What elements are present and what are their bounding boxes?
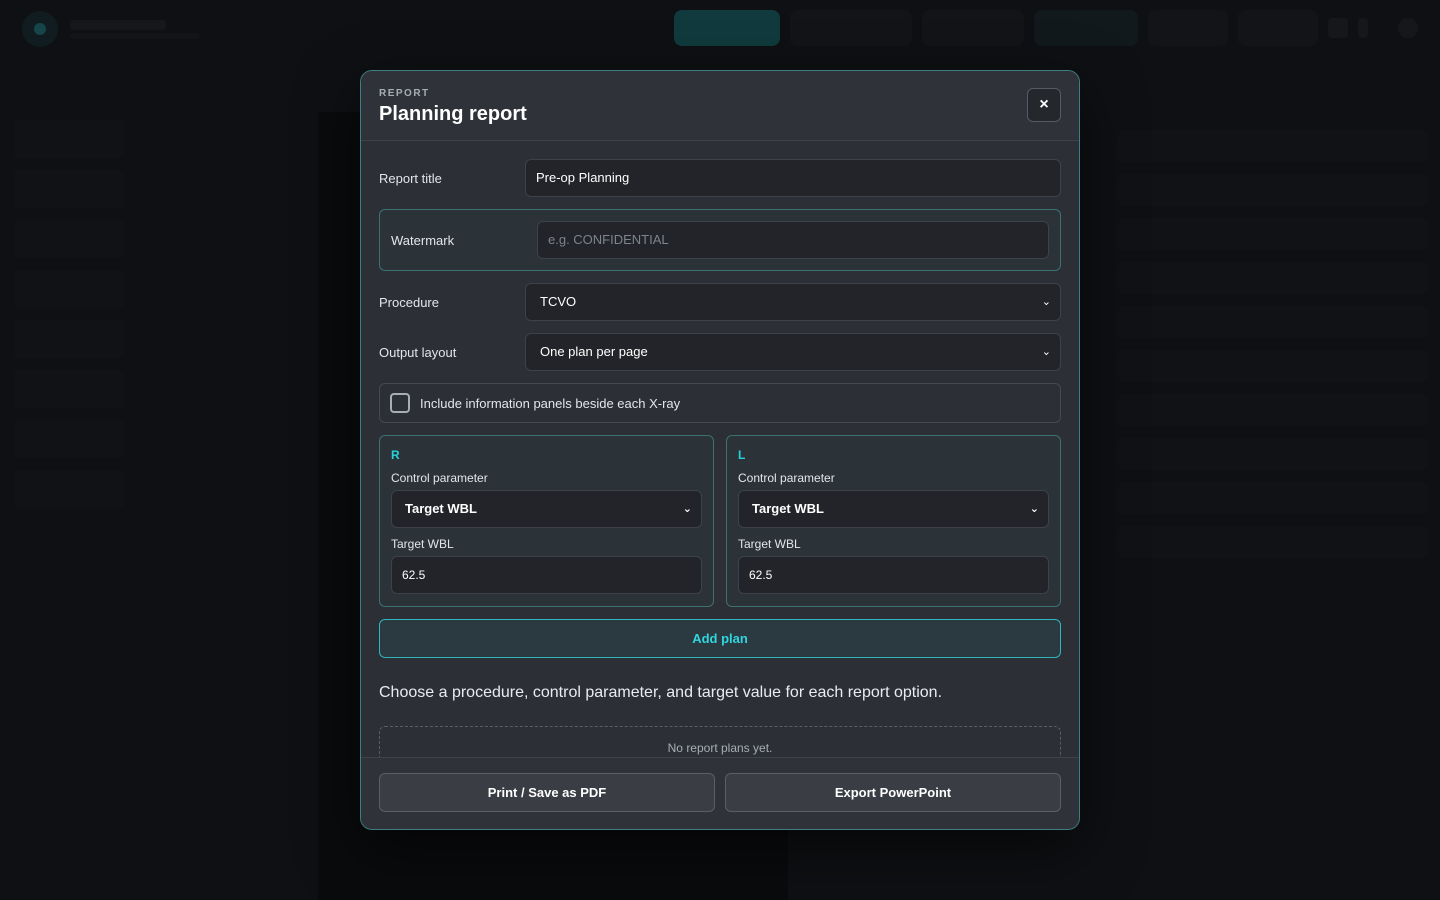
planning-report-modal: REPORT Planning report × Report title Pr… (360, 70, 1080, 830)
side-card-left: L Control parameter Target WBL ⌄ Target … (726, 435, 1061, 607)
chevron-down-icon: ⌄ (1041, 346, 1051, 358)
add-plan-button[interactable]: Add plan (379, 619, 1061, 658)
close-icon: × (1039, 96, 1049, 113)
modal-eyebrow: REPORT (379, 88, 430, 99)
output-layout-select[interactable]: One plan per page ⌄ (525, 333, 1061, 371)
watermark-label: Watermark (391, 232, 455, 248)
control-parameter-value: Target WBL (752, 501, 824, 516)
control-parameter-label: Control parameter (391, 471, 488, 485)
report-title-label: Report title (379, 170, 442, 186)
modal-title: Planning report (379, 103, 527, 125)
procedure-value: TCVO (540, 294, 577, 309)
report-title-input[interactable]: Pre-op Planning (525, 159, 1061, 197)
chevron-down-icon: ⌄ (1041, 296, 1051, 308)
procedure-row: Procedure TCVO ⌄ (379, 283, 1061, 321)
modal-footer: Print / Save as PDF Export PowerPoint (361, 757, 1079, 829)
chevron-down-icon: ⌄ (1029, 503, 1039, 515)
control-parameter-value: Target WBL (405, 501, 477, 516)
modal-body: Report title Pre-op Planning Watermark e… (379, 159, 1061, 774)
modal-header: REPORT Planning report × (361, 71, 1079, 141)
control-parameter-select[interactable]: Target WBL ⌄ (391, 490, 702, 528)
procedure-select[interactable]: TCVO ⌄ (525, 283, 1061, 321)
target-label: Target WBL (391, 537, 454, 551)
side-tag: L (738, 448, 746, 462)
help-text: Choose a procedure, control parameter, a… (379, 684, 943, 701)
include-panels-checkbox[interactable] (390, 393, 410, 413)
target-label: Target WBL (738, 537, 801, 551)
target-input[interactable]: 62.5 (391, 556, 702, 594)
print-pdf-button[interactable]: Print / Save as PDF (379, 773, 715, 812)
watermark-input[interactable]: e.g. CONFIDENTIAL (537, 221, 1049, 259)
watermark-row: Watermark e.g. CONFIDENTIAL (379, 209, 1061, 271)
report-title-row: Report title Pre-op Planning (379, 159, 1061, 197)
output-layout-value: One plan per page (540, 344, 648, 359)
control-parameter-select[interactable]: Target WBL ⌄ (738, 490, 1049, 528)
output-layout-label: Output layout (379, 344, 457, 360)
include-panels-row[interactable]: Include information panels beside each X… (379, 383, 1061, 423)
control-parameter-label: Control parameter (738, 471, 835, 485)
export-powerpoint-button[interactable]: Export PowerPoint (725, 773, 1061, 812)
close-button[interactable]: × (1027, 88, 1061, 122)
side-tag: R (391, 448, 400, 462)
target-input[interactable]: 62.5 (738, 556, 1049, 594)
side-card-right: R Control parameter Target WBL ⌄ Target … (379, 435, 714, 607)
include-panels-label: Include information panels beside each X… (420, 395, 681, 411)
empty-plans-text: No report plans yet. (667, 741, 773, 755)
procedure-label: Procedure (379, 294, 439, 310)
output-layout-row: Output layout One plan per page ⌄ (379, 333, 1061, 371)
chevron-down-icon: ⌄ (682, 503, 692, 515)
side-cards: R Control parameter Target WBL ⌄ Target … (379, 435, 1061, 607)
